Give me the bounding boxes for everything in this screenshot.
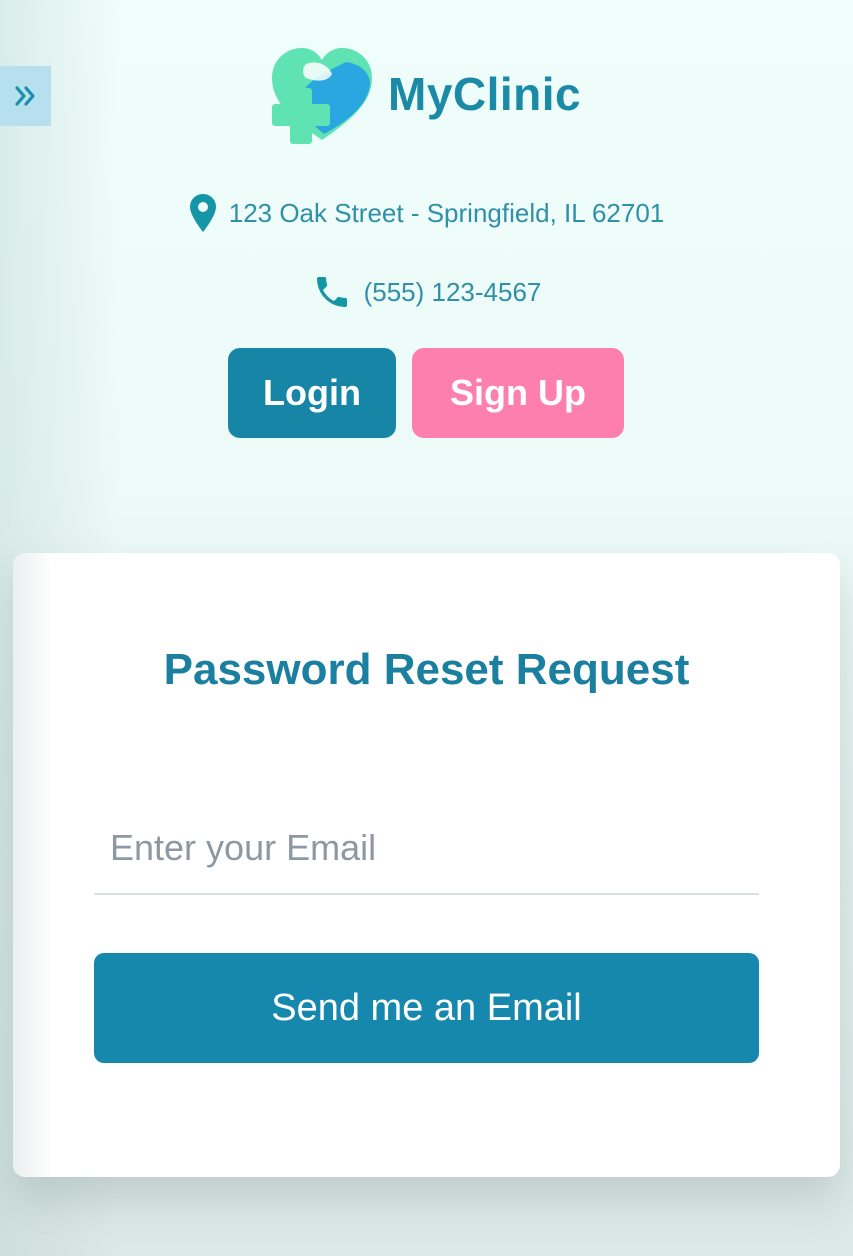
phone-row: (555) 123-4567 (0, 272, 853, 312)
phone-text: (555) 123-4567 (363, 276, 542, 307)
location-pin-icon (189, 194, 216, 232)
brand-name: MyClinic (388, 68, 582, 120)
brand-logo-link[interactable]: MyClinic (266, 42, 581, 146)
sidebar-toggle-button[interactable] (0, 66, 51, 126)
auth-buttons: Login Sign Up (228, 348, 624, 438)
phone-icon (316, 277, 347, 307)
address-row: 123 Oak Street - Springfield, IL 62701 (0, 193, 853, 233)
password-reset-card: Password Reset Request Send me an Email (13, 553, 840, 1177)
heart-medical-cross-icon (272, 48, 372, 144)
address-text: 123 Oak Street - Springfield, IL 62701 (228, 197, 665, 228)
signup-button[interactable]: Sign Up (412, 348, 624, 438)
password-reset-title: Password Reset Request (163, 645, 690, 694)
email-input[interactable] (94, 803, 759, 895)
double-chevron-right-icon (14, 86, 35, 106)
login-button[interactable]: Login (228, 348, 396, 438)
send-email-button[interactable]: Send me an Email (94, 953, 759, 1063)
